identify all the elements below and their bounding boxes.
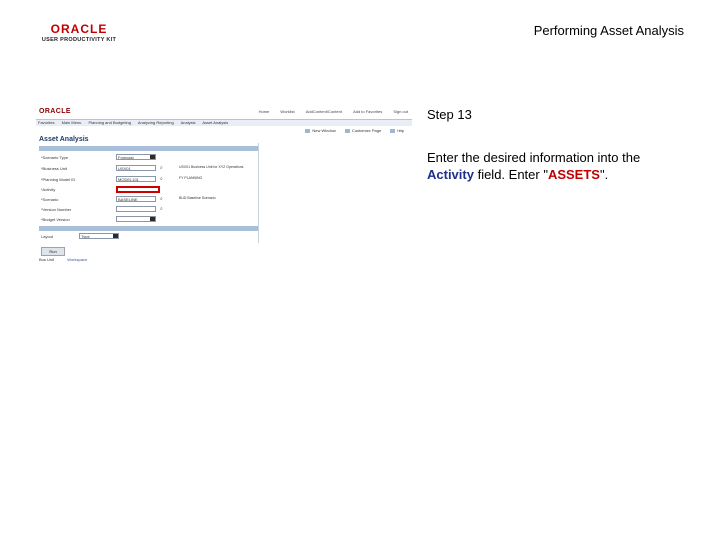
step-label: Step 13 bbox=[427, 107, 472, 122]
criteria-band: Asset Analysis Criteria bbox=[39, 146, 258, 160]
instruction-field-name: Activity bbox=[427, 167, 474, 182]
field-label: *Scenario bbox=[41, 197, 59, 202]
instruction-part: Enter the desired information into the bbox=[427, 150, 641, 165]
top-link-home[interactable]: Home bbox=[259, 109, 270, 114]
instruction-text: Enter the desired information into the A… bbox=[427, 149, 687, 183]
instruction-part: field. Enter " bbox=[473, 167, 548, 182]
logo-upk-text: USER PRODUCTIVITY KIT bbox=[41, 37, 117, 43]
field-label: *Version Number bbox=[41, 207, 72, 212]
lookup-icon[interactable]: ⌕ bbox=[160, 197, 165, 202]
top-link-sign-out[interactable]: Sign out bbox=[393, 109, 408, 114]
budget-version-select[interactable] bbox=[116, 216, 156, 222]
field-row-layout: Layout Type bbox=[39, 233, 279, 241]
document-title: Performing Asset Analysis bbox=[533, 23, 684, 38]
breadcrumb-item[interactable]: Analysis bbox=[181, 120, 196, 125]
field-row-scenario-type: *Scenario Type Forecast bbox=[39, 154, 279, 162]
instruction-value: ASSETS bbox=[547, 167, 600, 182]
field-label: *Planning Model ID bbox=[41, 177, 76, 182]
scenario-type-select[interactable]: Forecast bbox=[116, 154, 156, 160]
run-button[interactable]: Run bbox=[41, 247, 65, 256]
field-row-budget-version: *Budget Version bbox=[39, 216, 279, 224]
breadcrumb-item[interactable]: Asset Analysis bbox=[202, 120, 228, 125]
lookup-icon[interactable]: ⌕ bbox=[160, 177, 165, 182]
lookup-icon[interactable]: ⌕ bbox=[160, 207, 165, 212]
app-page-title: Asset Analysis bbox=[39, 136, 89, 143]
app-top-bar: ORACLE Home Worklist AddContent/Content … bbox=[36, 105, 412, 120]
top-link-add-content[interactable]: AddContent/Content bbox=[306, 109, 342, 114]
footer-links: Bus Unit Workspace bbox=[39, 257, 87, 262]
workspace-link[interactable]: Workspace bbox=[67, 257, 87, 262]
field-row-scenario: *Scenario BASELINE ⌕ BUD Baseline Scenar… bbox=[39, 196, 279, 204]
oracle-upk-logo: ORACLE USER PRODUCTIVITY KIT bbox=[34, 22, 124, 48]
http-link[interactable]: http bbox=[390, 128, 404, 133]
top-link-worklist[interactable]: Worklist bbox=[280, 109, 294, 114]
version-number-input[interactable] bbox=[116, 206, 156, 212]
field-row-planning-model: *Planning Model ID MODEL101 ⌕ FY PLANNIN… bbox=[39, 176, 279, 184]
field-label: *Budget Version bbox=[41, 217, 70, 222]
app-oracle-logo: ORACLE bbox=[39, 108, 71, 115]
field-description: USX01 Business Unit for XYZ Operations bbox=[179, 165, 244, 169]
field-row-activity: *Activity bbox=[39, 186, 279, 194]
application-screenshot: ORACLE Home Worklist AddContent/Content … bbox=[36, 105, 412, 265]
logo-oracle-text: ORACLE bbox=[50, 22, 108, 36]
breadcrumb-item[interactable]: Planning and Budgeting bbox=[89, 120, 131, 125]
display-options-band: Display Options bbox=[39, 226, 258, 240]
top-link-add-favorites[interactable]: Add to Favorites bbox=[353, 109, 382, 114]
field-label: *Scenario Type bbox=[41, 155, 69, 160]
planning-model-input[interactable]: MODEL101 bbox=[116, 176, 156, 182]
field-label: *Activity bbox=[41, 187, 56, 192]
breadcrumb-item[interactable]: Analyzing Reporting bbox=[138, 120, 174, 125]
breadcrumb-item[interactable]: Favorites bbox=[38, 120, 54, 125]
instruction-part: ". bbox=[599, 167, 609, 182]
field-label: *Business Unit bbox=[41, 166, 68, 171]
top-links: Home Worklist AddContent/Content Add to … bbox=[249, 109, 408, 114]
customize-page-link[interactable]: Customize Page bbox=[345, 128, 381, 133]
layout-select[interactable]: Type bbox=[79, 233, 119, 239]
field-description: FY PLANNING bbox=[179, 176, 203, 180]
business-unit-input[interactable]: USX01 bbox=[116, 165, 156, 171]
breadcrumb: Favorites Main Menu Planning and Budgeti… bbox=[36, 120, 412, 126]
field-row-version-number: *Version Number ⌕ bbox=[39, 206, 279, 214]
breadcrumb-item[interactable]: Main Menu bbox=[62, 120, 82, 125]
field-label: Layout bbox=[41, 234, 54, 239]
field-description: BUD Baseline Scenario bbox=[179, 196, 216, 200]
lookup-icon[interactable]: ⌕ bbox=[160, 166, 165, 171]
divider bbox=[258, 143, 259, 243]
footer-text: Bus Unit bbox=[39, 257, 55, 262]
utility-links: New Window Customize Page http bbox=[297, 128, 404, 133]
new-window-link[interactable]: New Window bbox=[305, 128, 335, 133]
field-row-business-unit: *Business Unit USX01 ⌕ USX01 Business Un… bbox=[39, 165, 279, 173]
activity-input[interactable] bbox=[116, 186, 160, 193]
scenario-input[interactable]: BASELINE bbox=[116, 196, 156, 202]
